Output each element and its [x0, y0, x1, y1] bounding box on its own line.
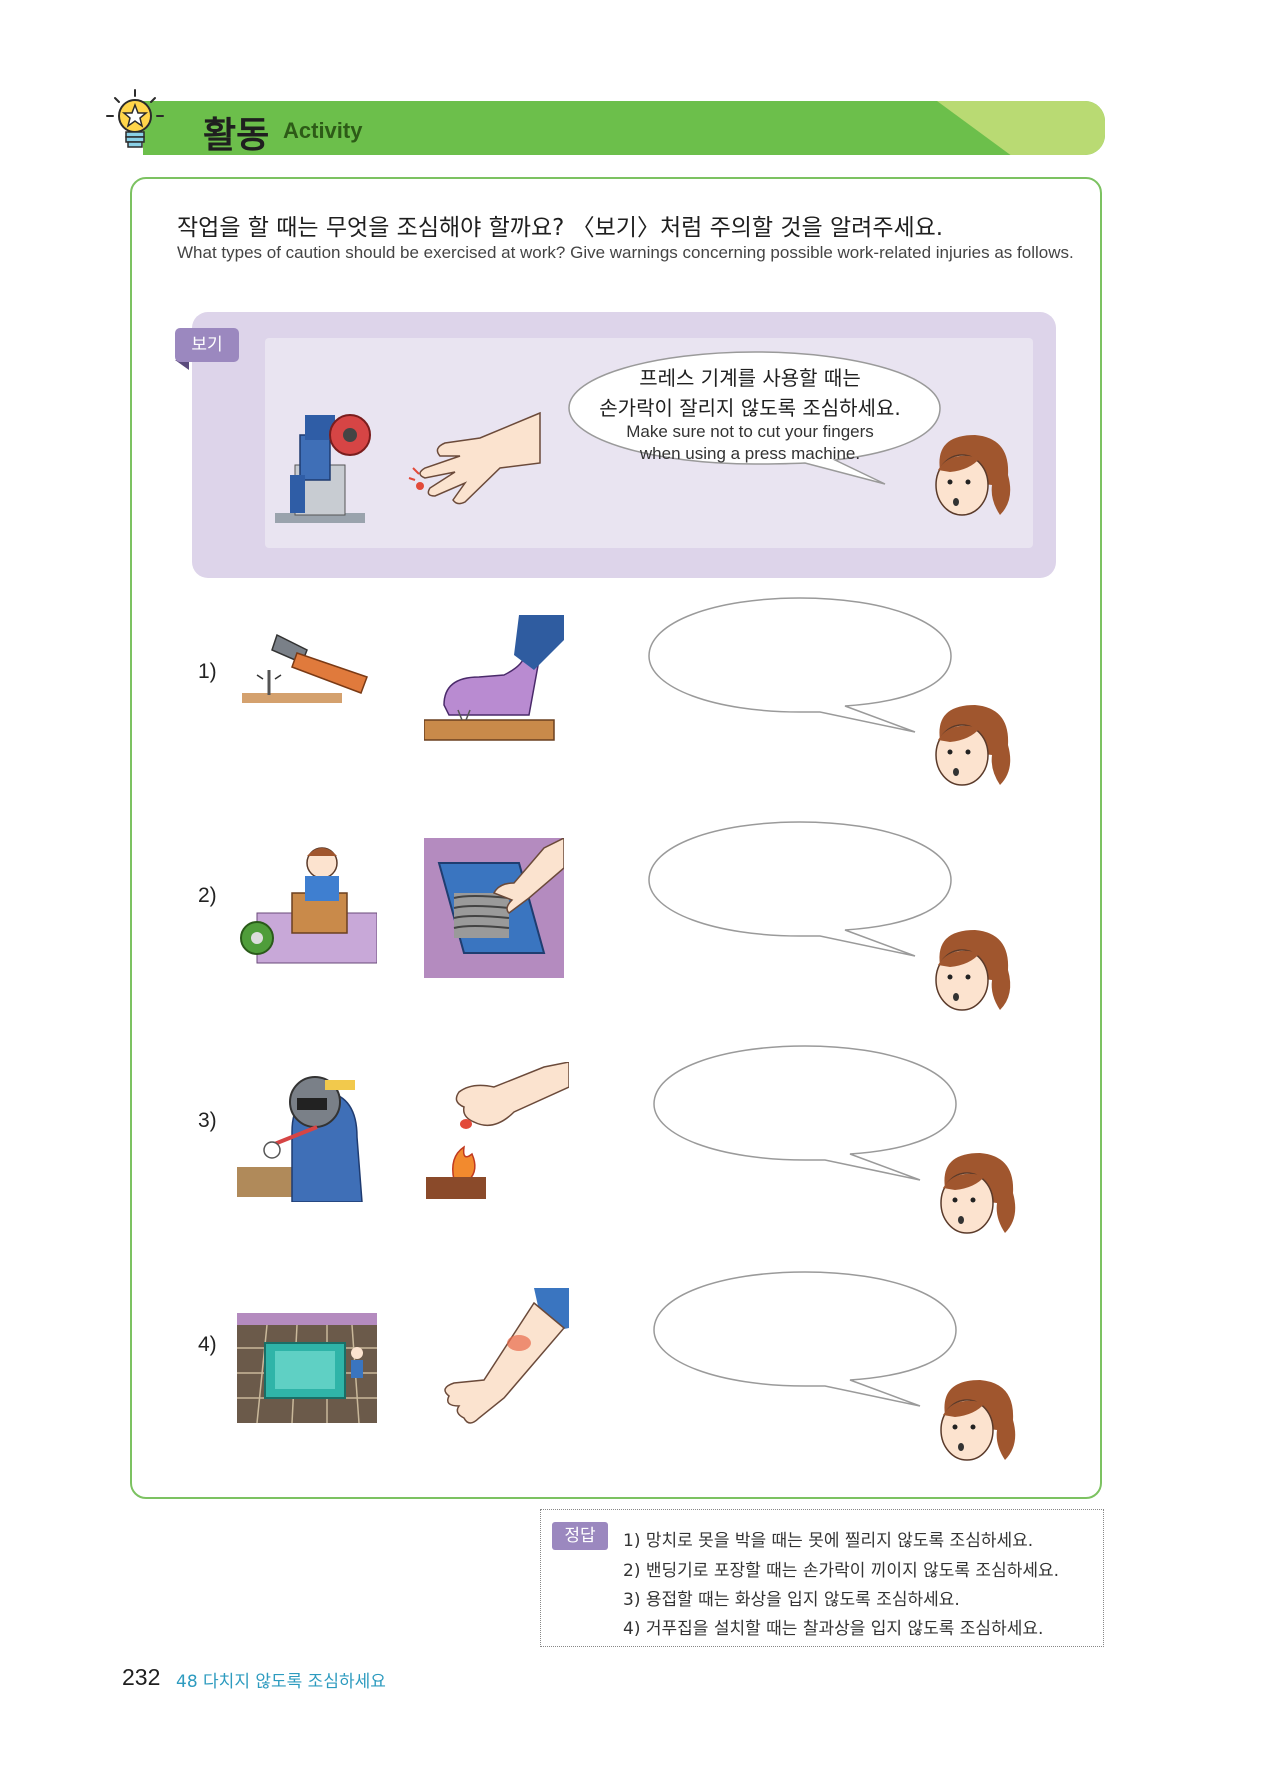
speech-bubble-2 [648, 821, 952, 957]
example-speech-korean-line-2: 손가락이 잘리지 않도록 조심하세요. [599, 396, 901, 420]
header-title-korean: 활동 [203, 115, 270, 156]
example-label: 보기 [175, 328, 239, 362]
question-korean: 작업을 할 때는 무엇을 조심해야 할까요? 〈보기〉처럼 주의할 것을 알려주… [177, 215, 944, 241]
hammer-nail-illustration [242, 633, 368, 703]
worker-packing-illustration [240, 847, 377, 964]
hand-fire-illustration [426, 1062, 569, 1199]
item-number: 4) [198, 1333, 217, 1356]
girl-face-icon [940, 1153, 1016, 1234]
example-speech-korean-line-1: 프레스 기계를 사용할 때는 [639, 366, 861, 390]
speech-bubble-4 [653, 1271, 957, 1407]
lightbulb-star-icon [106, 89, 164, 148]
formwork-illustration [237, 1313, 377, 1424]
shoe-nail-board-illustration [424, 615, 564, 741]
girl-face-icon [940, 1380, 1016, 1461]
injured-hand-illustration [408, 411, 541, 505]
answer-line: 1) 망치로 못을 박을 때는 못에 찔리지 않도록 조심하세요. [623, 1531, 1034, 1551]
answer-line: 2) 밴딩기로 포장할 때는 손가락이 끼이지 않도록 조심하세요. [623, 1561, 1060, 1581]
press-machine-illustration [275, 414, 371, 523]
header-title-english: Activity [283, 118, 363, 143]
question-english: What types of caution should be exercise… [177, 243, 1074, 262]
answer-label: 정답 [552, 1522, 608, 1550]
example-speech-english-line-2: when using a press machine. [639, 444, 861, 463]
item-number: 1) [198, 660, 217, 683]
answer-line: 3) 용접할 때는 화상을 입지 않도록 조심하세요. [623, 1590, 960, 1610]
scraped-arm-illustration [444, 1288, 569, 1424]
item-number: 3) [198, 1109, 217, 1132]
page-number: 232 [122, 1664, 161, 1690]
speech-bubble-3 [653, 1045, 957, 1181]
chapter-title: 48 다치지 않도록 조심하세요 [176, 1672, 386, 1692]
girl-face-icon [935, 930, 1011, 1011]
activity-header: 활동 Activity [105, 88, 1105, 158]
example-speech-english-line-1: Make sure not to cut your fingers [626, 422, 874, 441]
girl-face-icon [935, 435, 1011, 516]
answer-line: 4) 거푸집을 설치할 때는 찰과상을 입지 않도록 조심하세요. [623, 1619, 1044, 1639]
speech-bubble-1 [648, 597, 952, 733]
rollers-hand-illustration [424, 838, 564, 978]
header-banner-accent [937, 101, 1105, 155]
item-number: 2) [198, 884, 217, 907]
welder-illustration [237, 1076, 363, 1202]
girl-face-icon [935, 705, 1011, 786]
